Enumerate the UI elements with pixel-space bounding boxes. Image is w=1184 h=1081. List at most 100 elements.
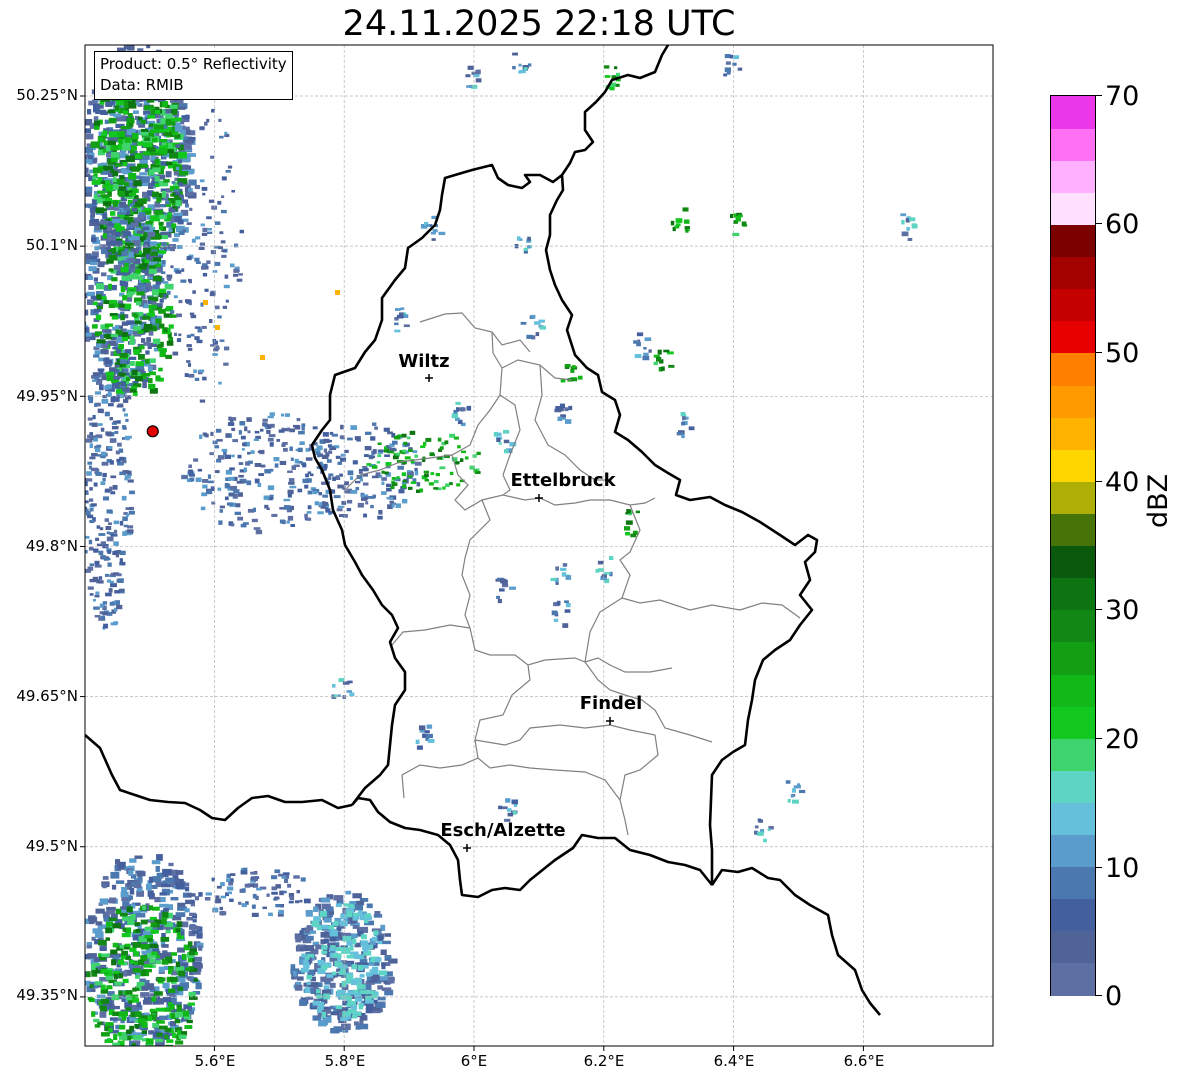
echo-cell [148, 308, 155, 314]
echo-cell [220, 882, 225, 887]
echo-cell [290, 524, 296, 527]
echo-cell [166, 341, 172, 345]
echo-cell [684, 226, 691, 229]
echo-cell [269, 412, 275, 416]
echo-cell [163, 327, 168, 333]
echo-cell [758, 819, 763, 823]
echo-cell [263, 495, 270, 500]
echo-cell [227, 165, 233, 169]
echo-cell [129, 203, 134, 207]
echo-cell [442, 486, 446, 490]
echo-cell [87, 109, 92, 115]
echo-cell [682, 207, 689, 212]
echo-cell [371, 475, 379, 479]
echo-cell [90, 210, 95, 218]
echo-cell [162, 950, 168, 955]
echo-cell [305, 478, 312, 483]
echo-cell [202, 376, 207, 381]
echo-cell [344, 449, 349, 454]
echo-cell [115, 880, 125, 884]
echo-cell [603, 65, 610, 69]
echo-cell [95, 471, 102, 476]
echo-cell [198, 369, 205, 373]
echo-cell [287, 515, 294, 521]
echo-cell [324, 938, 329, 944]
echo-cell [123, 102, 129, 109]
echo-cell [346, 911, 353, 918]
echo-cell [180, 279, 187, 283]
echo-cell [102, 883, 107, 889]
echo-cell [415, 739, 420, 745]
echo-cell [124, 413, 128, 417]
echo-cell [133, 951, 140, 957]
colorbar-segment [1051, 160, 1095, 193]
echo-cell [97, 177, 103, 182]
echo-cell [104, 411, 110, 417]
echo-cell [358, 471, 363, 474]
echo-cell [147, 953, 152, 959]
colorbar-segment [1051, 320, 1095, 354]
echo-cell [141, 1030, 147, 1035]
echo-cell [359, 914, 366, 921]
echo-cell [158, 250, 167, 254]
echo-cell [168, 988, 176, 993]
echo-cell [207, 231, 213, 235]
echo-cell [115, 552, 120, 558]
echo-cell [135, 928, 141, 933]
echo-cell [159, 214, 167, 220]
echo-cell [150, 1046, 157, 1052]
echo-cell [362, 482, 369, 486]
echo-cell [182, 199, 189, 204]
echo-cell [353, 954, 363, 959]
echo-cell [283, 505, 291, 510]
echo-cell [155, 866, 160, 872]
echo-cell [132, 942, 141, 948]
echo-cell [145, 350, 150, 355]
echo-cell [145, 253, 150, 260]
echo-cell [124, 303, 132, 310]
echo-cell [472, 454, 477, 458]
echo-cell [94, 391, 101, 395]
echo-cell [635, 510, 640, 514]
echo-cell [238, 273, 244, 276]
echo-cell [194, 257, 200, 262]
echo-cell [243, 867, 248, 871]
echo-cell [141, 969, 146, 976]
echo-cell [238, 462, 244, 465]
echo-cell [688, 426, 695, 431]
echo-cell [96, 294, 102, 300]
echo-cell [120, 314, 125, 321]
echo-cell [114, 240, 123, 245]
echo-cell [219, 906, 223, 911]
echo-cell [603, 572, 611, 575]
echo-cell [246, 417, 252, 422]
echo-cell [218, 381, 222, 385]
echo-cell [316, 445, 323, 451]
colorbar-tick [1096, 609, 1102, 610]
echo-cell [767, 828, 771, 832]
echo-cell [114, 431, 119, 434]
echo-cell [276, 439, 281, 442]
echo-cell [142, 303, 149, 309]
echo-cell [95, 537, 100, 541]
echo-cell [215, 305, 220, 310]
echo-cell [127, 113, 133, 118]
echo-cell [116, 349, 121, 352]
echo-cell [380, 949, 387, 955]
echo-cell [616, 72, 621, 77]
echo-cell [469, 85, 473, 88]
echo-cell [909, 217, 916, 222]
echo-cell [429, 452, 435, 457]
echo-cell [130, 994, 139, 998]
echo-cell [416, 482, 421, 487]
echo-cell [372, 449, 377, 454]
lat-tick-label: 49.5°N [25, 837, 78, 855]
echo-cell [187, 347, 193, 351]
echo-cell [104, 323, 114, 327]
echo-cell [154, 1052, 162, 1057]
echo-cell [131, 369, 138, 376]
echo-cell [206, 216, 212, 220]
echo-cell [154, 183, 160, 187]
echo-cell [426, 724, 433, 729]
echo-cell [365, 1007, 373, 1014]
